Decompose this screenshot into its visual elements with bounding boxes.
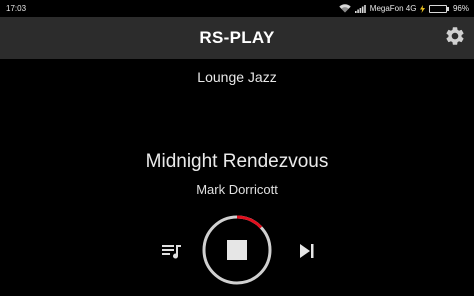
- status-icons: MegaFon 4G 96%: [339, 4, 469, 13]
- battery-percent: 96%: [452, 4, 469, 13]
- stop-icon: [227, 240, 247, 260]
- playlist-button[interactable]: [160, 239, 184, 263]
- track-artist: Mark Dorricott: [196, 182, 278, 197]
- charging-icon: [420, 4, 426, 13]
- playback-controls: [0, 210, 474, 290]
- wifi-icon: [339, 4, 351, 13]
- status-bar: 17:03 MegaFon 4G 96%: [0, 0, 474, 17]
- playlist-icon: [160, 245, 184, 267]
- skip-next-icon: [295, 244, 319, 267]
- carrier-name: MegaFon 4G: [369, 4, 417, 13]
- battery-icon: [429, 4, 449, 13]
- app-title: RS-PLAY: [199, 28, 275, 47]
- signal-icon: [354, 4, 366, 13]
- stop-button[interactable]: [201, 214, 273, 286]
- next-button[interactable]: [295, 239, 319, 263]
- gear-icon: [444, 25, 466, 52]
- track-title: Midnight Rendezvous: [145, 151, 329, 172]
- app-bar: RS-PLAY: [0, 17, 474, 59]
- player-screen: 17:03 MegaFon 4G 96% RS-PLAY Lounge Jazz…: [0, 0, 474, 296]
- status-time: 17:03: [6, 4, 27, 13]
- settings-button[interactable]: [443, 26, 467, 50]
- station-name: Lounge Jazz: [197, 69, 277, 85]
